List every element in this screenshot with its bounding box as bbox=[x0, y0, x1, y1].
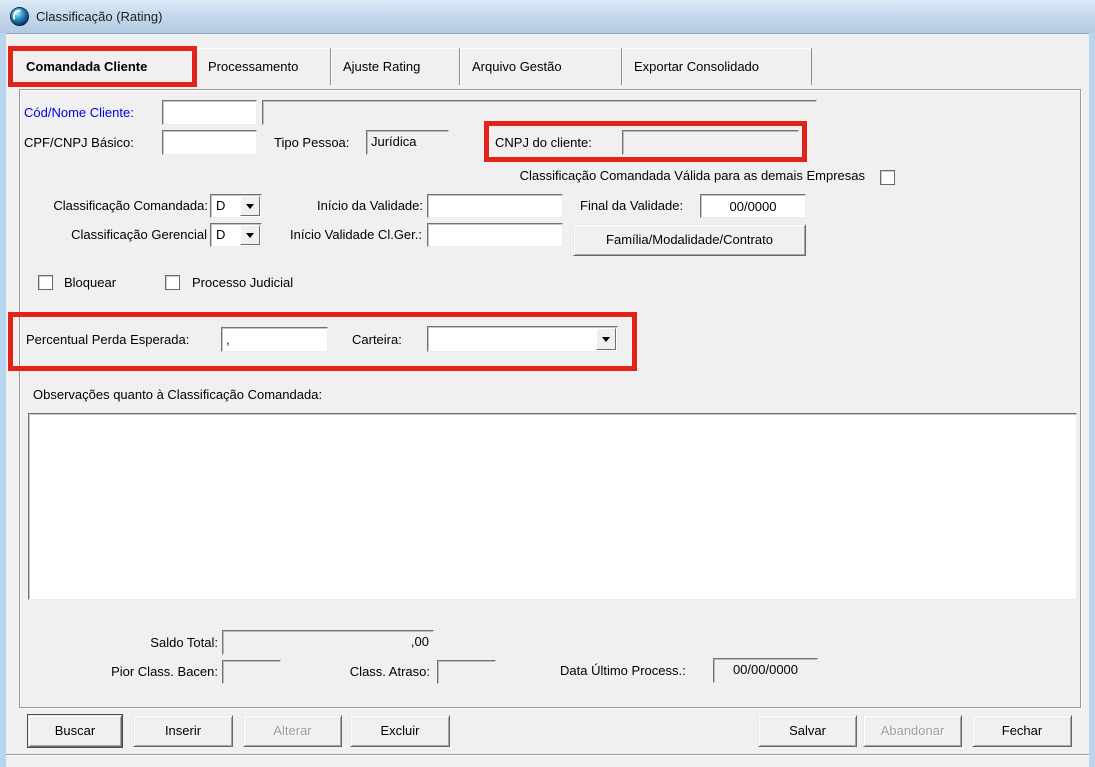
saldo-total-field: ,00 bbox=[222, 630, 434, 655]
cpf-cnpj-basico-label: CPF/CNPJ Básico: bbox=[24, 135, 134, 150]
observacoes-textarea[interactable] bbox=[28, 413, 1077, 600]
bloquear-label: Bloquear bbox=[64, 275, 117, 290]
final-validade-input[interactable] bbox=[700, 194, 806, 218]
tab-exportar-consolidado[interactable]: Exportar Consolidado bbox=[622, 48, 812, 85]
saldo-total-label: Saldo Total: bbox=[150, 635, 218, 650]
window-title: Classificação (Rating) bbox=[36, 9, 163, 24]
chevron-down-icon[interactable] bbox=[596, 328, 616, 350]
salvar-button[interactable]: Salvar bbox=[758, 715, 857, 747]
tab-comandada-cliente[interactable]: Comandada Cliente bbox=[14, 48, 196, 85]
tipo-pessoa-label: Tipo Pessoa: bbox=[274, 135, 350, 150]
final-validade-label: Final da Validade: bbox=[580, 198, 684, 213]
title-bar bbox=[0, 0, 1095, 34]
pior-class-bacen-label: Pior Class. Bacen: bbox=[111, 664, 218, 679]
familia-modalidade-contrato-button[interactable]: Família/Modalidade/Contrato bbox=[573, 224, 806, 256]
excluir-button[interactable]: Excluir bbox=[350, 715, 450, 747]
nome-cliente-field bbox=[262, 100, 817, 125]
classificacao-gerencial-combo[interactable]: D bbox=[210, 223, 262, 247]
classificacao-gerencial-value: D bbox=[216, 227, 226, 242]
tab-processamento[interactable]: Processamento bbox=[196, 48, 331, 85]
percentual-perda-esperada-input[interactable] bbox=[221, 327, 328, 352]
inicio-validade-clger-input[interactable] bbox=[427, 223, 563, 247]
classificacao-comandada-combo[interactable]: D bbox=[210, 194, 262, 218]
valida-demais-empresas-checkbox[interactable] bbox=[880, 170, 895, 185]
cod-cliente-input[interactable] bbox=[162, 100, 257, 125]
alterar-button: Alterar bbox=[243, 715, 342, 747]
fechar-button[interactable]: Fechar bbox=[972, 715, 1072, 747]
bloquear-checkbox[interactable] bbox=[38, 275, 53, 290]
class-atraso-label: Class. Atraso: bbox=[349, 664, 430, 679]
chevron-down-icon[interactable] bbox=[240, 196, 260, 216]
inicio-validade-label: Início da Validade: bbox=[317, 198, 423, 213]
chevron-down-icon[interactable] bbox=[240, 225, 260, 245]
inicio-validade-input[interactable] bbox=[427, 194, 563, 218]
app-window: Classificação (Rating) Comandada Cliente… bbox=[0, 0, 1095, 767]
data-ultimo-process-field: 00/00/0000 bbox=[713, 658, 818, 683]
pior-class-bacen-field bbox=[222, 660, 281, 684]
carteira-label: Carteira: bbox=[352, 332, 402, 347]
valida-demais-empresas-label: Classificação Comandada Válida para as d… bbox=[519, 168, 865, 183]
tab-ajuste-rating[interactable]: Ajuste Rating bbox=[331, 48, 460, 85]
abandonar-button: Abandonar bbox=[863, 715, 962, 747]
window-border-right bbox=[1089, 33, 1095, 767]
buscar-button[interactable]: Buscar bbox=[28, 715, 122, 747]
classificacao-comandada-label: Classificação Comandada: bbox=[53, 198, 208, 213]
classificacao-comandada-value: D bbox=[216, 198, 226, 213]
class-atraso-field bbox=[437, 660, 496, 684]
inicio-validade-clger-label: Início Validade Cl.Ger.: bbox=[290, 227, 422, 242]
observacoes-label: Observações quanto à Classificação Coman… bbox=[33, 387, 323, 402]
inserir-button[interactable]: Inserir bbox=[133, 715, 233, 747]
processo-judicial-label: Processo Judicial bbox=[192, 275, 294, 290]
window-border-left bbox=[0, 33, 6, 767]
tab-arquivo-gestao[interactable]: Arquivo Gestão bbox=[460, 48, 622, 85]
cpf-cnpj-basico-input[interactable] bbox=[162, 130, 257, 155]
bottom-divider bbox=[6, 754, 1089, 756]
cnpj-cliente-label: CNPJ do cliente: bbox=[495, 135, 592, 150]
classificacao-gerencial-label: Classificação Gerencial bbox=[71, 227, 207, 242]
processo-judicial-checkbox[interactable] bbox=[165, 275, 180, 290]
carteira-combo[interactable] bbox=[427, 326, 618, 352]
percentual-perda-esperada-label: Percentual Perda Esperada: bbox=[26, 332, 190, 347]
cnpj-cliente-field bbox=[622, 130, 799, 155]
data-ultimo-process-label: Data Último Process.: bbox=[560, 663, 686, 678]
cod-nome-cliente-label: Cód/Nome Cliente: bbox=[24, 105, 134, 120]
tipo-pessoa-field: Jurídica bbox=[366, 130, 449, 155]
app-sphere-icon bbox=[10, 7, 29, 26]
